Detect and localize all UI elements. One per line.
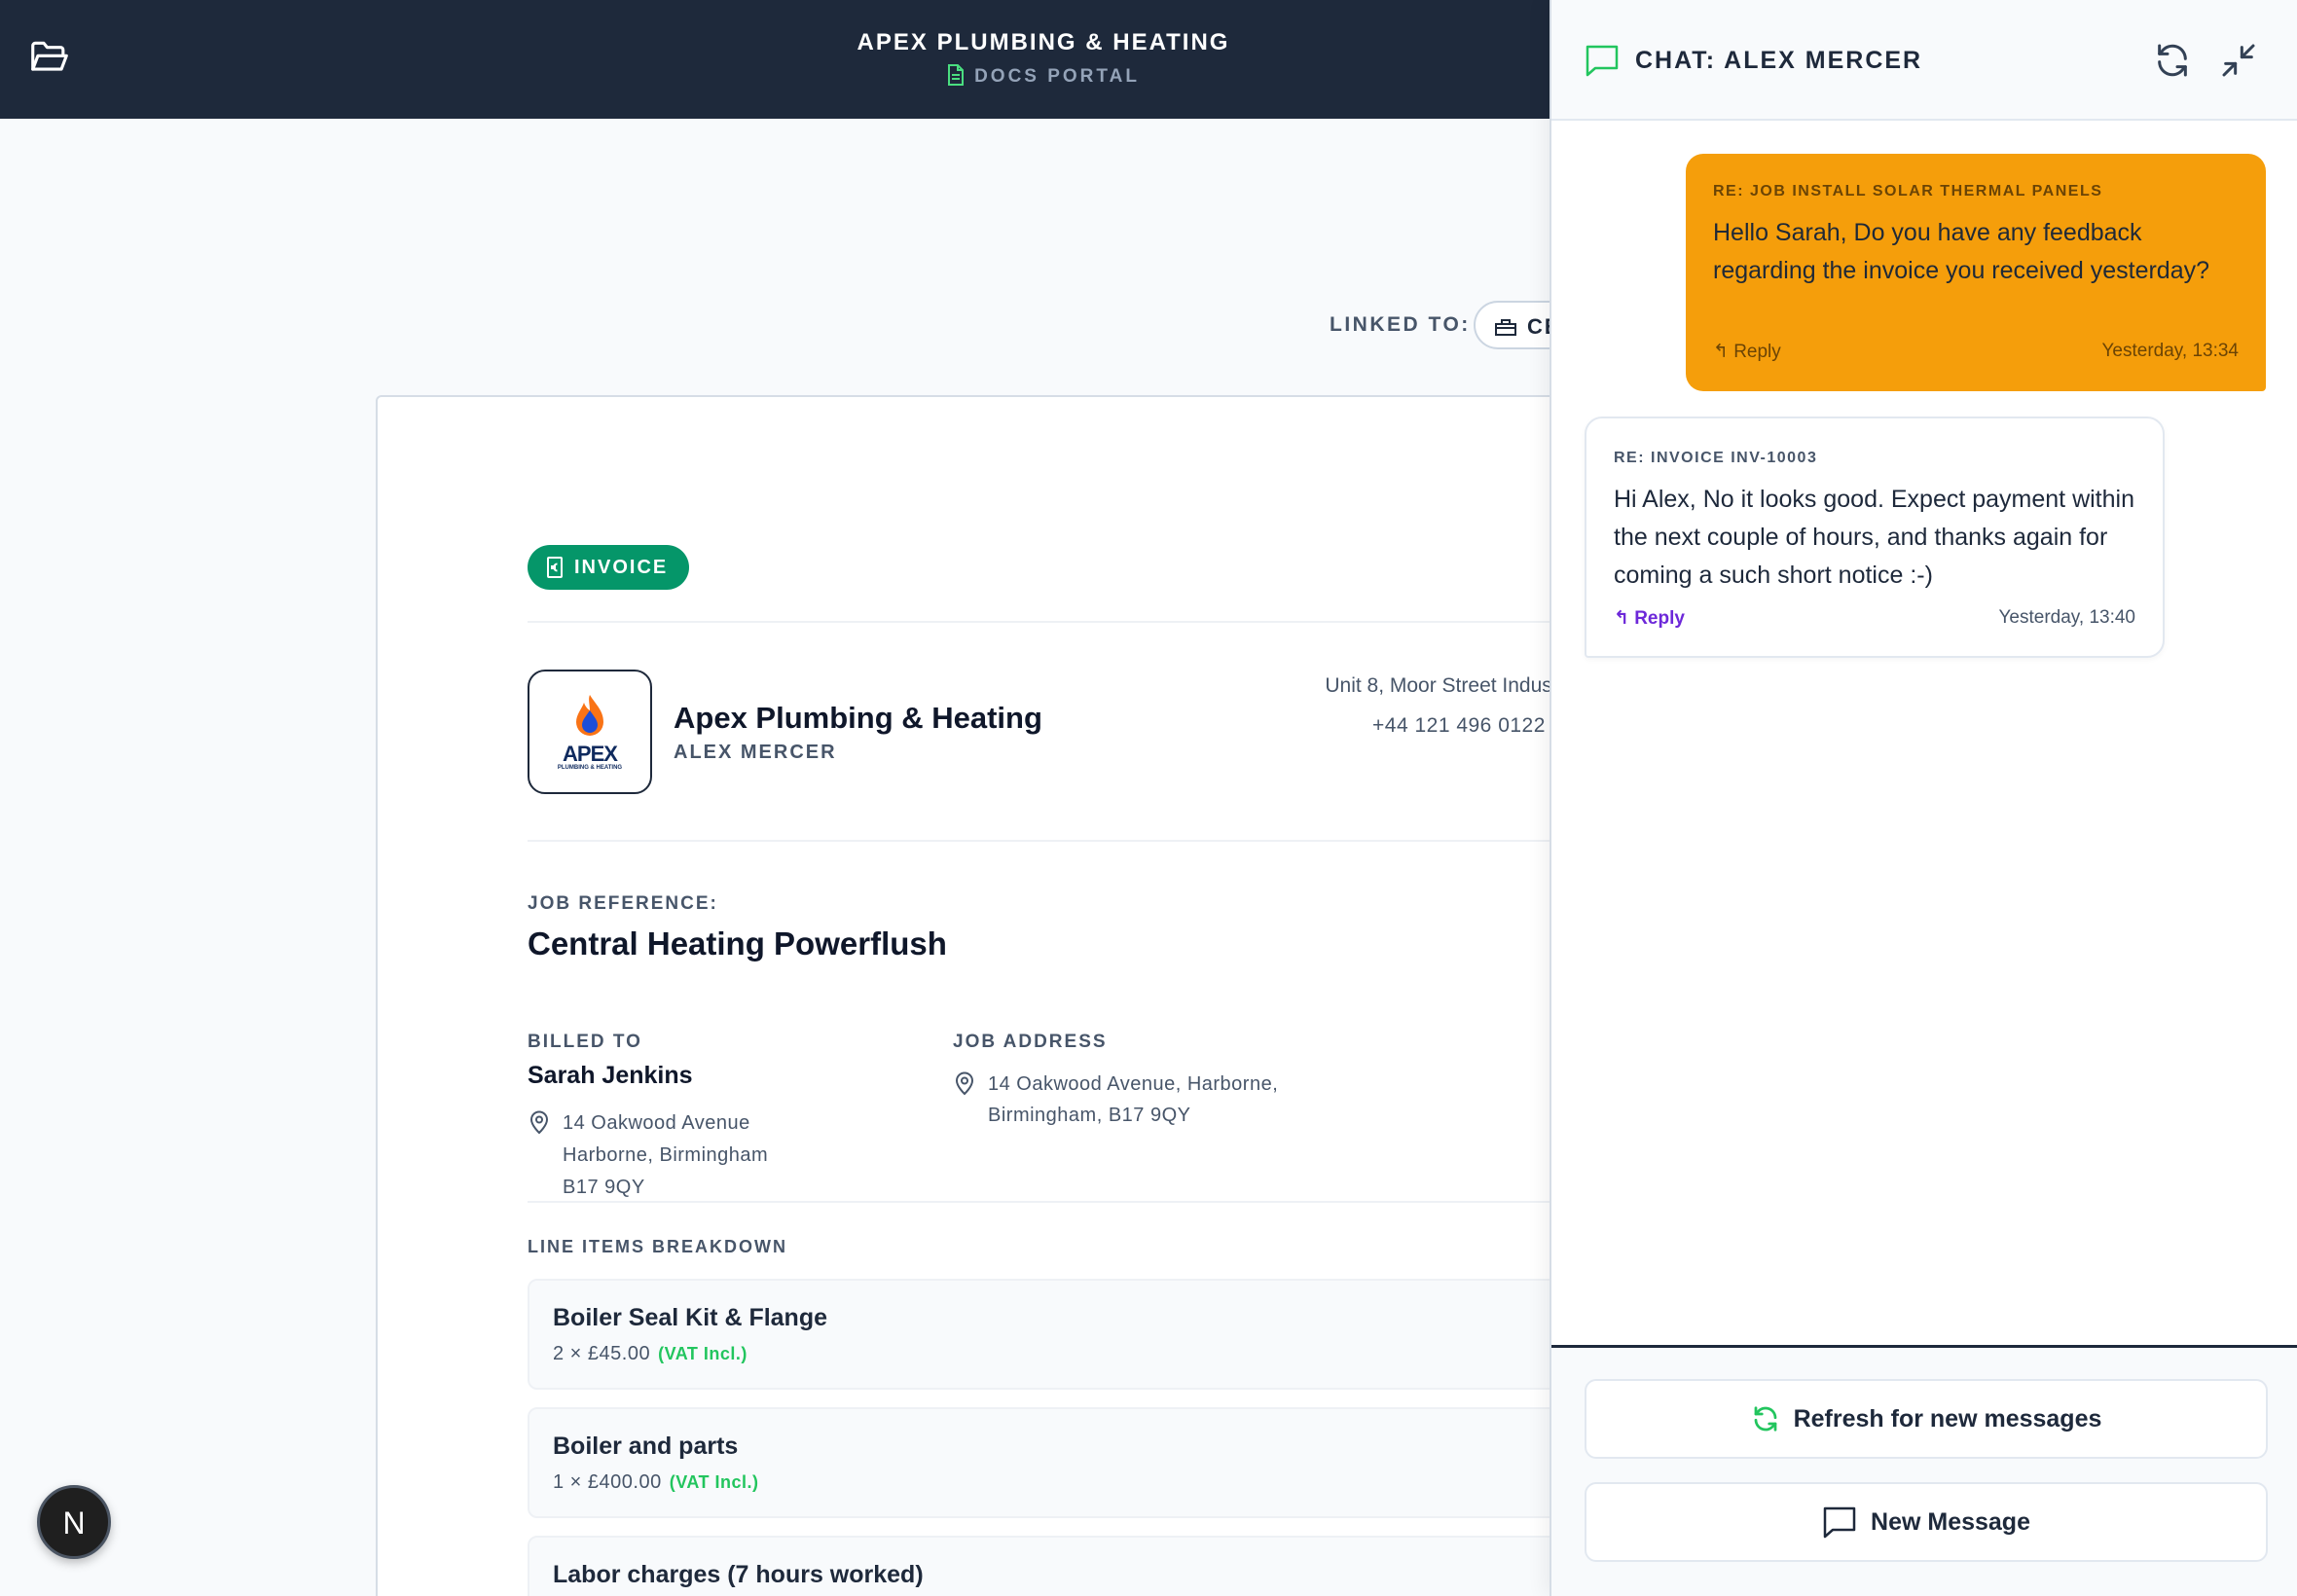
company-name: Apex Plumbing & Heating (674, 701, 1042, 735)
billed-address-line: Harborne, Birmingham (563, 1144, 769, 1166)
message-time: Yesterday, 13:34 (2101, 341, 2240, 361)
job-reference-value: Central Heating Powerflush (528, 925, 947, 961)
map-pin-icon (955, 1071, 974, 1096)
billed-to-address: 14 Oakwood Avenue Harborne, Birmingham B… (563, 1107, 768, 1204)
line-item-qty-text: 1 × £400.00 (553, 1471, 662, 1493)
company-person: ALEX MERCER (674, 742, 837, 763)
billed-address-line: 14 Oakwood Avenue (563, 1112, 750, 1134)
line-item-name: Boiler Seal Kit & Flange (553, 1304, 828, 1331)
file-text-icon (948, 64, 965, 86)
new-message-label: New Message (1871, 1507, 2030, 1536)
job-address-line: 14 Oakwood Avenue, Harborne, (988, 1073, 1279, 1095)
reply-link[interactable]: ↰ Reply (1713, 341, 1781, 363)
vat-label: (VAT Incl.) (669, 1472, 759, 1492)
billed-to-label: BILLED TO (528, 1032, 642, 1052)
top-bar: APEX PLUMBING & HEATING DOCS PORTAL (0, 0, 1550, 119)
chat-bubble-icon (1586, 45, 1619, 77)
line-item: Labor charges (7 hours worked) (528, 1536, 1695, 1596)
company-logo: APEX PLUMBING & HEATING (528, 670, 652, 794)
vat-label: (VAT Incl.) (658, 1344, 747, 1363)
job-reference-label: JOB REFERENCE: (528, 893, 718, 914)
line-item-qty: 1 × £400.00 (VAT Incl.) (553, 1471, 759, 1494)
refresh-messages-label: Refresh for new messages (1793, 1404, 2102, 1433)
job-address: 14 Oakwood Avenue, Harborne, Birmingham,… (988, 1069, 1278, 1131)
dev-tools-button[interactable]: N (37, 1485, 111, 1559)
message-square-icon (1823, 1506, 1856, 1539)
line-item-name: Boiler and parts (553, 1433, 739, 1460)
euro-receipt-icon (547, 557, 563, 578)
chat-messages: RE: JOB INSTALL SOLAR THERMAL PANELS Hel… (1551, 121, 2297, 1345)
dev-tools-letter: N (62, 1505, 86, 1541)
company-phone: +44 121 496 0122 (1372, 714, 1546, 737)
chat-title: CHAT: ALEX MERCER (1635, 47, 1923, 74)
message-subject: RE: JOB INSTALL SOLAR THERMAL PANELS (1713, 183, 2103, 200)
refresh-messages-button[interactable]: Refresh for new messages (1585, 1379, 2268, 1459)
divider (528, 1201, 1695, 1203)
line-item: Boiler and parts 1 × £400.00 (VAT Incl.) (528, 1407, 1695, 1518)
message-text: Hello Sarah, Do you have any feedback re… (1713, 219, 2210, 284)
refresh-icon (1754, 1406, 1776, 1432)
line-item: Boiler Seal Kit & Flange 2 × £45.00 (VAT … (528, 1279, 1695, 1390)
subtitle-text: DOCS PORTAL (974, 66, 1140, 87)
logo-text: APEX (563, 742, 618, 766)
job-address-label: JOB ADDRESS (953, 1032, 1108, 1052)
job-address-line: Birmingham, B17 9QY (988, 1105, 1191, 1126)
reply-label: Reply (1733, 342, 1781, 362)
reply-icon: ↰ (1614, 608, 1629, 629)
refresh-icon[interactable] (2153, 41, 2192, 80)
invoice-badge-text: INVOICE (574, 556, 669, 578)
reply-icon: ↰ (1713, 342, 1729, 362)
toolbox-icon (1495, 319, 1516, 336)
message-time: Yesterday, 13:40 (1998, 607, 2136, 628)
line-item-qty: 2 × £45.00 (VAT Incl.) (553, 1343, 747, 1365)
message-subject: RE: INVOICE INV-10003 (1614, 450, 1818, 466)
line-items-label: LINE ITEMS BREAKDOWN (528, 1237, 787, 1256)
logo-subtext: PLUMBING & HEATING (557, 765, 623, 771)
reply-link[interactable]: ↰ Reply (1614, 607, 1685, 630)
divider (528, 621, 1695, 623)
minimize-icon[interactable] (2219, 41, 2258, 80)
flame-drop-icon (576, 695, 603, 736)
line-item-name: Labor charges (7 hours worked) (553, 1561, 924, 1588)
billed-to-name: Sarah Jenkins (528, 1062, 693, 1089)
chat-footer: Refresh for new messages New Message (1551, 1345, 2297, 1596)
map-pin-icon (529, 1110, 549, 1135)
message-text: Hi Alex, No it looks good. Expect paymen… (1614, 486, 2134, 589)
divider (528, 840, 1695, 842)
billed-address-line: B17 9QY (563, 1177, 645, 1198)
chat-message-outgoing: RE: JOB INSTALL SOLAR THERMAL PANELS Hel… (1686, 154, 2266, 391)
chat-panel: CHAT: ALEX MERCER RE: JOB INSTALL SOLAR … (1550, 0, 2297, 1596)
line-item-qty-text: 2 × £45.00 (553, 1343, 651, 1364)
new-message-button[interactable]: New Message (1585, 1482, 2268, 1562)
reply-label: Reply (1634, 608, 1685, 629)
chat-message-incoming: RE: INVOICE INV-10003 Hi Alex, No it loo… (1585, 417, 2165, 658)
chat-header: CHAT: ALEX MERCER (1551, 0, 2297, 121)
invoice-badge: INVOICE (528, 545, 690, 590)
invoice-document: INVOICE APEX PLUMBING & HEATING Apex Plu… (376, 395, 1695, 1596)
linked-to-label: LINKED TO: (1330, 313, 1471, 336)
